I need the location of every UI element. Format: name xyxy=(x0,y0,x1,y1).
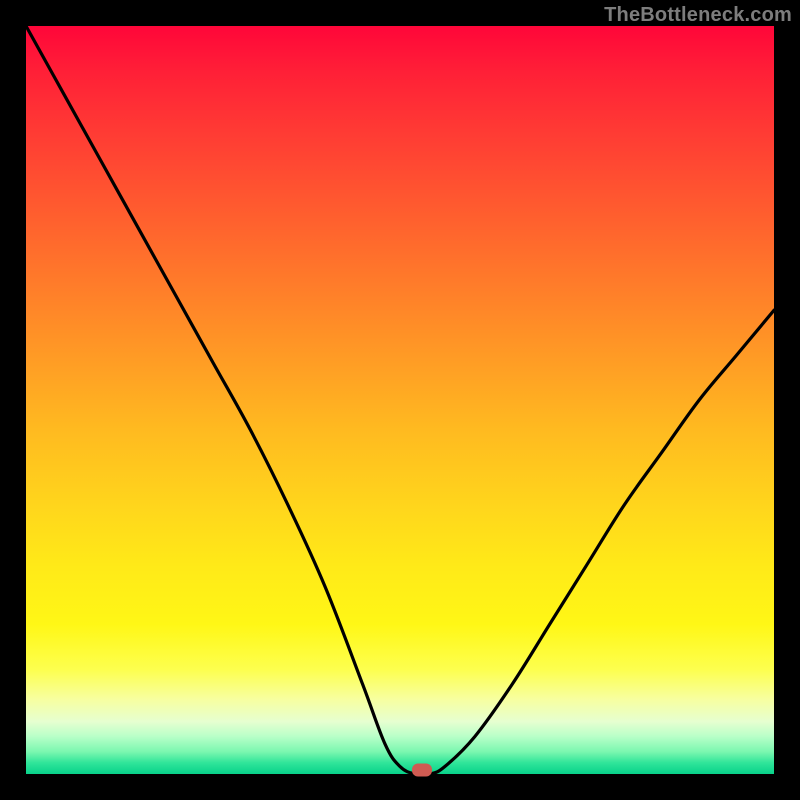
bottleneck-curve xyxy=(26,26,774,774)
chart-frame: TheBottleneck.com xyxy=(0,0,800,800)
watermark-text: TheBottleneck.com xyxy=(604,4,792,27)
bottleneck-marker xyxy=(412,763,432,776)
chart-plot-area xyxy=(26,26,774,774)
